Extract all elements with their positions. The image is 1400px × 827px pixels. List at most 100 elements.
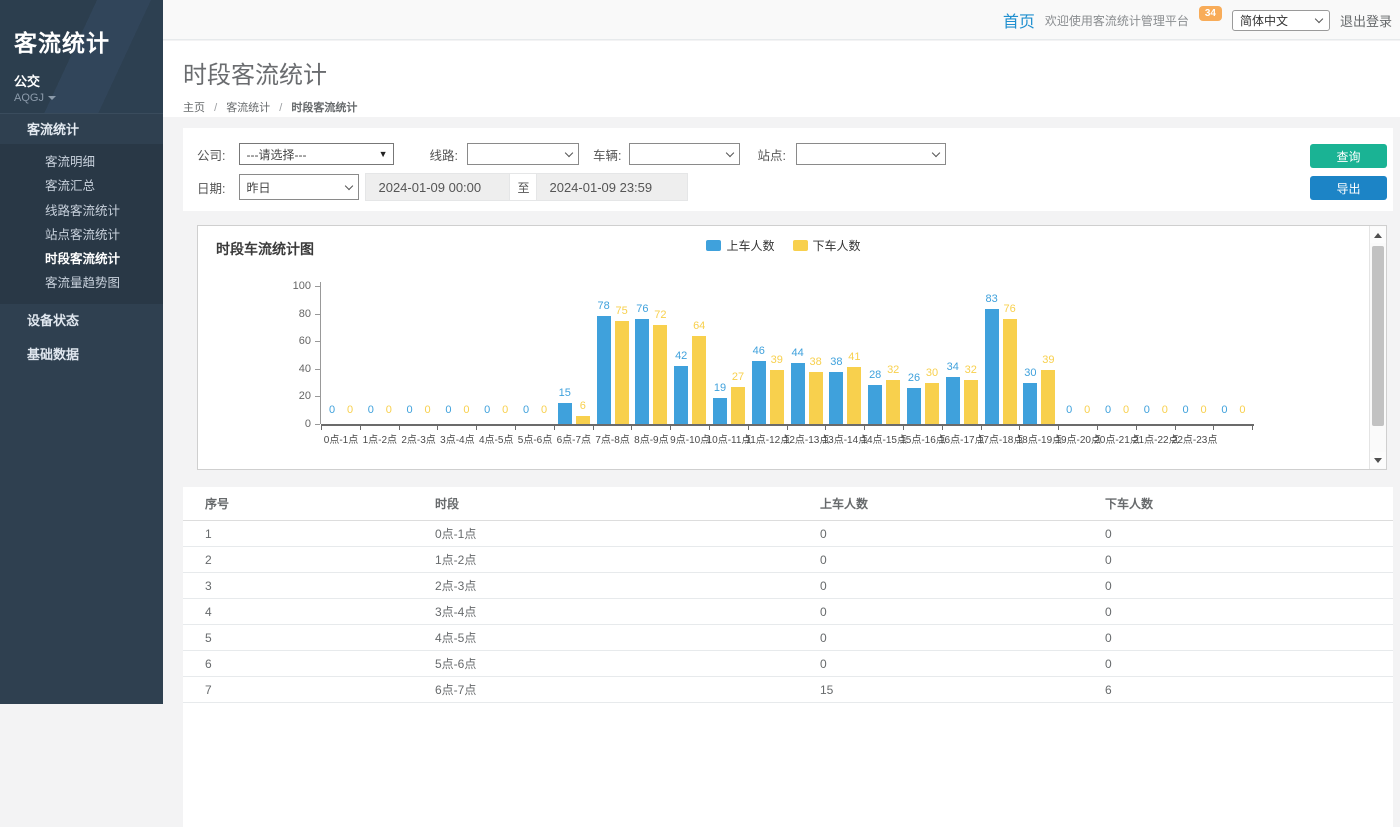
bar-上车人数-7点-8点 bbox=[597, 316, 611, 424]
bar-上车人数-18点-19点 bbox=[1023, 383, 1037, 424]
table-cell: 0 bbox=[820, 521, 827, 547]
table-cell: 1 bbox=[205, 521, 212, 547]
sidebar-item-客流汇总[interactable]: 客流汇总 bbox=[0, 174, 163, 198]
sidebar-item-基础数据[interactable]: 基础数据 bbox=[0, 338, 163, 372]
table-cell: 7 bbox=[205, 677, 212, 703]
bar-上车人数-17点-18点 bbox=[985, 309, 999, 424]
table-cell: 0 bbox=[820, 651, 827, 677]
bar-上车人数-14点-15点 bbox=[868, 385, 882, 424]
bar-上车人数-13点-14点 bbox=[829, 372, 843, 424]
table-row: 43点-4点00 bbox=[183, 599, 1393, 625]
bar-下车人数-11点-12点 bbox=[770, 370, 784, 424]
table-row: 54点-5点00 bbox=[183, 625, 1393, 651]
chevron-down-icon bbox=[565, 148, 573, 156]
bar-value-label: 15 bbox=[548, 387, 582, 399]
bar-下车人数-6点-7点 bbox=[576, 416, 590, 424]
breadcrumb: 主页 / 客流统计 / 时段客流统计 bbox=[183, 99, 1400, 115]
table-cell: 15 bbox=[820, 677, 833, 703]
sidebar-item-站点客流统计[interactable]: 站点客流统计 bbox=[0, 223, 163, 247]
table-cell: 5点-6点 bbox=[435, 651, 476, 677]
data-table: 序号 时段 上车人数 下车人数 10点-1点0021点-2点0032点-3点00… bbox=[183, 487, 1393, 827]
bar-下车人数-9点-10点 bbox=[692, 336, 706, 424]
sidebar-item-客流量趋势图[interactable]: 客流量趋势图 bbox=[0, 271, 163, 295]
bar-value-label: 32 bbox=[954, 364, 988, 376]
bar-value-label: 0 bbox=[1225, 404, 1259, 416]
table-cell: 0 bbox=[820, 573, 827, 599]
welcome-text: 欢迎使用客流统计管理平台 bbox=[1045, 12, 1189, 29]
chevron-down-icon bbox=[726, 148, 734, 156]
arrow-up-icon bbox=[1374, 233, 1382, 238]
bar-下车人数-7点-8点 bbox=[615, 321, 629, 425]
y-axis-tick-label: 40 bbox=[273, 363, 311, 375]
table-row: 65点-6点00 bbox=[183, 651, 1393, 677]
company-select[interactable]: ---请选择--- ▼ bbox=[239, 143, 394, 165]
table-header: 序号 时段 上车人数 下车人数 bbox=[183, 487, 1393, 521]
query-button[interactable]: 查询 bbox=[1310, 144, 1387, 168]
scrollbar-thumb[interactable] bbox=[1372, 246, 1384, 426]
sidebar-item-客流明细[interactable]: 客流明细 bbox=[0, 150, 163, 174]
chevron-down-icon bbox=[1315, 14, 1323, 22]
table-cell: 0 bbox=[1105, 573, 1112, 599]
scrollbar-up-button[interactable] bbox=[1370, 227, 1386, 243]
table-cell: 6 bbox=[1105, 677, 1112, 703]
table-cell: 5 bbox=[205, 625, 212, 651]
bar-上车人数-12点-13点 bbox=[791, 363, 805, 424]
caret-down-icon bbox=[48, 96, 56, 100]
scrollbar-down-button[interactable] bbox=[1370, 452, 1386, 468]
table-row: 76点-7点156 bbox=[183, 677, 1393, 703]
breadcrumb-passenger-stats[interactable]: 客流统计 bbox=[226, 102, 270, 114]
content: 公司: ---请选择--- ▼ 线路: 车辆: 站点: 日期: bbox=[163, 117, 1400, 704]
table-cell: 0 bbox=[1105, 521, 1112, 547]
table-row: 3 2点-3点 0 0 bbox=[183, 573, 1393, 599]
bar-上车人数-10点-11点 bbox=[713, 398, 727, 424]
notification-badge[interactable]: 34 bbox=[1199, 6, 1222, 21]
app-title: 客流统计 bbox=[14, 24, 149, 58]
bar-上车人数-15点-16点 bbox=[907, 388, 921, 424]
sidebar-item-时段客流统计[interactable]: 时段客流统计 bbox=[0, 247, 163, 271]
bar-value-label: 76 bbox=[993, 303, 1027, 315]
station-select[interactable] bbox=[796, 143, 946, 165]
bar-value-label: 27 bbox=[721, 371, 755, 383]
table-cell: 1点-2点 bbox=[435, 547, 476, 573]
table-cell: 2点-3点 bbox=[435, 573, 476, 599]
table-cell: 3 bbox=[205, 573, 212, 599]
date-range-separator: 至 bbox=[510, 173, 536, 201]
sidebar-item-线路客流统计[interactable]: 线路客流统计 bbox=[0, 199, 163, 223]
sidebar-logo-area: 客流统计 公交 AQGJ bbox=[0, 0, 163, 113]
y-axis-tick-label: 80 bbox=[273, 308, 311, 320]
chevron-down-icon bbox=[932, 148, 940, 156]
bar-下车人数-15点-16点 bbox=[925, 383, 939, 424]
line-label: 线路: bbox=[429, 145, 457, 164]
sidebar-section-passenger-stats[interactable]: 客流统计 bbox=[0, 113, 163, 144]
submenu: 客流明细客流汇总线路客流统计站点客流统计时段客流统计客流量趋势图 bbox=[0, 144, 163, 304]
table-cell: 0 bbox=[820, 625, 827, 651]
vehicle-select[interactable] bbox=[629, 143, 740, 165]
bar-value-label: 6 bbox=[566, 400, 600, 412]
org-code-dropdown[interactable]: AQGJ bbox=[14, 92, 149, 104]
date-label: 日期: bbox=[197, 178, 225, 197]
table-cell: 0 bbox=[1105, 599, 1112, 625]
date-from-input[interactable]: 2024-01-09 00:00 bbox=[365, 173, 510, 201]
breadcrumb-home[interactable]: 主页 bbox=[183, 102, 205, 114]
line-select[interactable] bbox=[467, 143, 579, 165]
table-cell: 0 bbox=[820, 547, 827, 573]
home-link[interactable]: 首页 bbox=[1003, 8, 1035, 32]
y-axis-tick-label: 100 bbox=[273, 280, 311, 292]
date-to-input[interactable]: 2024-01-09 23:59 bbox=[536, 173, 688, 201]
export-button[interactable]: 导出 bbox=[1310, 176, 1387, 200]
table-cell: 4 bbox=[205, 599, 212, 625]
org-name: 公交 bbox=[14, 71, 149, 90]
col-boarding: 上车人数 bbox=[820, 487, 868, 521]
date-preset-select[interactable]: 昨日 bbox=[239, 174, 359, 200]
language-select[interactable]: 简体中文 bbox=[1232, 10, 1330, 31]
sidebar-item-设备状态[interactable]: 设备状态 bbox=[0, 304, 163, 338]
chart-plot: 020406080100000点-1点001点-2点002点-3点003点-4点… bbox=[198, 226, 1369, 469]
y-axis-tick-label: 60 bbox=[273, 335, 311, 347]
chart-scrollbar[interactable] bbox=[1369, 226, 1386, 469]
station-label: 站点: bbox=[757, 145, 785, 164]
table-cell: 0 bbox=[1105, 547, 1112, 573]
bar-上车人数-9点-10点 bbox=[674, 366, 688, 424]
logout-link[interactable]: 退出登录 bbox=[1340, 11, 1392, 30]
sidebar-others: 设备状态基础数据 bbox=[0, 304, 163, 372]
col-seq: 序号 bbox=[205, 487, 229, 521]
